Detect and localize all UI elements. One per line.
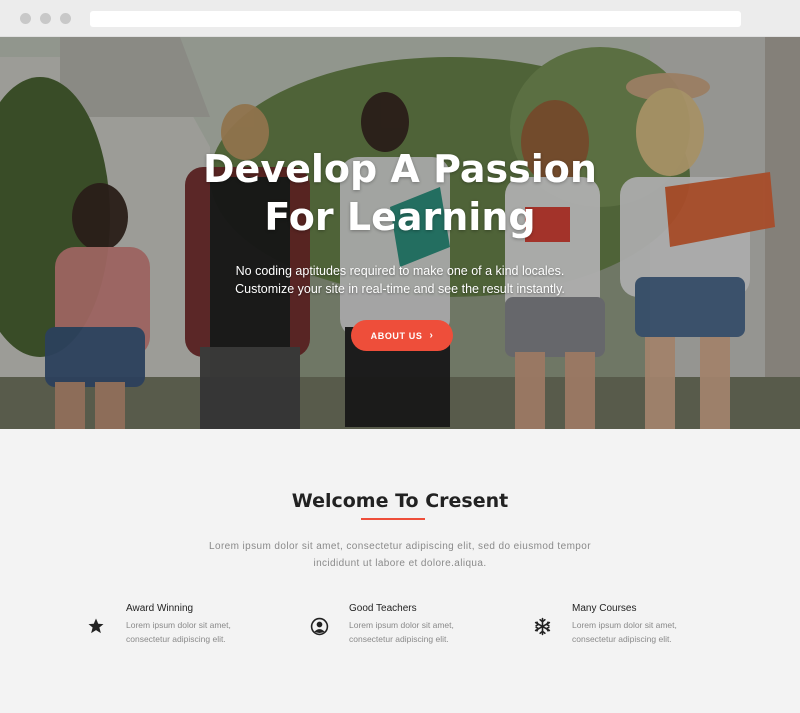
feature-description-line-1: Lorem ipsum dolor sit amet,	[126, 620, 231, 630]
hero-subtitle-line-2: Customize your site in real-time and see…	[235, 282, 565, 296]
window-minimize-dot[interactable]	[40, 13, 51, 24]
welcome-text-line-2: incididunt ut labore et dolore.aliqua.	[313, 558, 487, 569]
feature-title: Many Courses	[572, 603, 637, 614]
user-icon	[309, 616, 329, 636]
about-us-button[interactable]: ABOUT US ›	[351, 320, 453, 351]
star-icon	[86, 616, 106, 636]
snowflake-icon	[532, 616, 552, 636]
window-close-dot[interactable]	[20, 13, 31, 24]
feature-description-line-1: Lorem ipsum dolor sit amet,	[349, 620, 454, 630]
hero-title-line-1: Develop A Passion	[203, 147, 597, 191]
hero-section: Develop A Passion For Learning No coding…	[0, 37, 800, 429]
hero-subtitle-line-1: No coding aptitudes required to make one…	[235, 264, 565, 278]
title-underline-divider	[361, 518, 425, 520]
address-bar[interactable]	[90, 11, 741, 27]
feature-description-line-2: consectetur adipiscing elit.	[572, 634, 672, 644]
browser-chrome	[0, 0, 800, 37]
welcome-title: Welcome To Cresent	[291, 490, 509, 512]
about-us-button-label: ABOUT US	[370, 330, 423, 341]
window-maximize-dot[interactable]	[60, 13, 71, 24]
feature-description-line-2: consectetur adipiscing elit.	[349, 634, 449, 644]
feature-description-line-1: Lorem ipsum dolor sit amet,	[572, 620, 677, 630]
chevron-right-icon: ›	[429, 330, 434, 341]
hero-title-line-2: For Learning	[264, 195, 536, 239]
welcome-text-line-1: Lorem ipsum dolor sit amet, consectetur …	[209, 541, 591, 552]
feature-title: Award Winning	[126, 603, 194, 614]
feature-description-line-2: consectetur adipiscing elit.	[126, 634, 226, 644]
feature-title: Good Teachers	[349, 603, 417, 614]
